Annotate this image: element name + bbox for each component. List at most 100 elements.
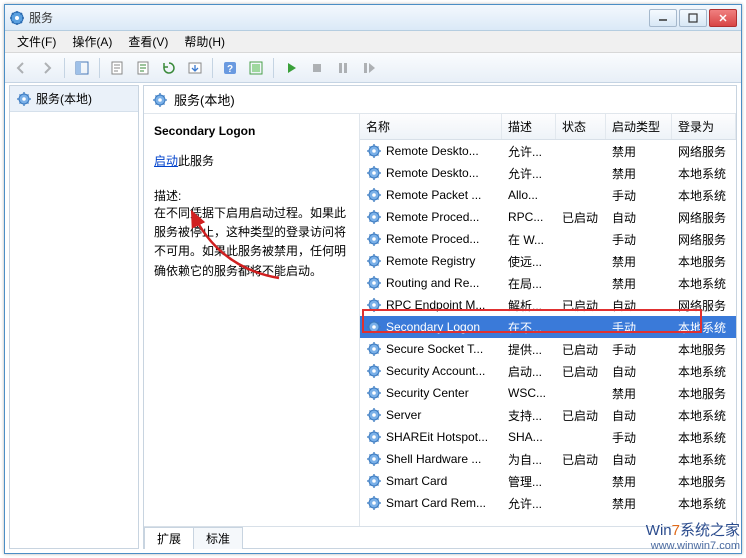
service-name: RPC Endpoint M... <box>386 298 485 312</box>
service-desc: SHA... <box>502 428 556 446</box>
tree-pane[interactable]: 服务(本地) <box>9 85 139 549</box>
service-name: Remote Deskto... <box>386 166 479 180</box>
service-startup: 禁用 <box>606 273 672 294</box>
service-icon <box>366 209 382 225</box>
toolbar: ? <box>5 53 741 83</box>
export-list-button[interactable] <box>183 56 207 80</box>
service-status: 已启动 <box>556 339 606 360</box>
help-button[interactable]: ? <box>218 56 242 80</box>
service-startup: 禁用 <box>606 163 672 184</box>
menu-file[interactable]: 文件(F) <box>9 31 64 52</box>
menu-view[interactable]: 查看(V) <box>120 31 176 52</box>
details-pane: 服务(本地) Secondary Logon 启动此服务 描述: 在不同凭据下启… <box>143 85 737 549</box>
list-header[interactable]: 名称 描述 状态 启动类型 登录为 <box>360 114 736 140</box>
service-icon <box>366 253 382 269</box>
col-header-startup[interactable]: 启动类型 <box>606 114 672 139</box>
service-status: 已启动 <box>556 405 606 426</box>
service-row[interactable]: Security CenterWSC...禁用本地服务 <box>360 382 736 404</box>
tab-standard[interactable]: 标准 <box>193 527 243 549</box>
col-header-status[interactable]: 状态 <box>556 114 606 139</box>
service-row[interactable]: Remote Registry使远...禁用本地服务 <box>360 250 736 272</box>
service-desc: 使远... <box>502 251 556 272</box>
service-icon <box>366 429 382 445</box>
service-row[interactable]: Remote Proced...在 W...手动网络服务 <box>360 228 736 250</box>
start-service-link[interactable]: 启动 <box>154 154 178 168</box>
tab-extended[interactable]: 扩展 <box>144 527 194 549</box>
close-button[interactable] <box>709 9 737 27</box>
service-row[interactable]: SHAREit Hotspot...SHA...手动本地系统 <box>360 426 736 448</box>
service-row[interactable]: Remote Proced...RPC...已启动自动网络服务 <box>360 206 736 228</box>
service-icon <box>366 385 382 401</box>
service-row[interactable]: Security Account...启动...已启动自动本地系统 <box>360 360 736 382</box>
restart-service-button <box>357 56 381 80</box>
service-name: Remote Deskto... <box>386 144 479 158</box>
services-icon <box>9 10 25 26</box>
service-row[interactable]: Shell Hardware ...为自...已启动自动本地系统 <box>360 448 736 470</box>
service-logon: 本地系统 <box>672 427 736 448</box>
service-row[interactable]: Remote Packet ...Allo...手动本地系统 <box>360 184 736 206</box>
service-row[interactable]: Remote Deskto...允许...禁用本地系统 <box>360 162 736 184</box>
service-row[interactable]: Routing and Re...在局...禁用本地系统 <box>360 272 736 294</box>
details-header: 服务(本地) <box>144 86 736 114</box>
service-logon: 本地系统 <box>672 163 736 184</box>
minimize-button[interactable] <box>649 9 677 27</box>
service-logon: 本地服务 <box>672 383 736 404</box>
tree-root-label: 服务(本地) <box>36 90 92 107</box>
start-service-button[interactable] <box>279 56 303 80</box>
col-header-desc[interactable]: 描述 <box>502 114 556 139</box>
service-name: Remote Packet ... <box>386 188 481 202</box>
service-row[interactable]: RPC Endpoint M...解析...已启动自动网络服务 <box>360 294 736 316</box>
services-list[interactable]: 名称 描述 状态 启动类型 登录为 Remote Deskto...允许...禁… <box>360 114 736 526</box>
export-button[interactable] <box>131 56 155 80</box>
service-startup: 自动 <box>606 449 672 470</box>
service-logon: 网络服务 <box>672 229 736 250</box>
service-name: Shell Hardware ... <box>386 452 481 466</box>
tree-root-services-local[interactable]: 服务(本地) <box>10 86 138 112</box>
pause-service-button <box>331 56 355 80</box>
service-row[interactable]: Secure Socket T...提供...已启动手动本地服务 <box>360 338 736 360</box>
gear-icon <box>16 91 32 107</box>
service-row[interactable]: Server支持...已启动自动本地系统 <box>360 404 736 426</box>
service-name: Security Account... <box>386 364 485 378</box>
description-label: 描述: <box>154 187 349 204</box>
service-icon <box>366 275 382 291</box>
service-desc: Allo... <box>502 186 556 204</box>
properties-button[interactable] <box>105 56 129 80</box>
col-header-logon[interactable]: 登录为 <box>672 114 736 139</box>
service-startup: 手动 <box>606 339 672 360</box>
maximize-button[interactable] <box>679 9 707 27</box>
show-hide-tree-button[interactable] <box>70 56 94 80</box>
service-desc: 允许... <box>502 493 556 514</box>
svg-text:?: ? <box>227 64 233 75</box>
service-status <box>556 259 606 263</box>
service-name: Secondary Logon <box>386 320 480 334</box>
service-status <box>556 281 606 285</box>
service-desc: 在局... <box>502 273 556 294</box>
refresh-button[interactable] <box>157 56 181 80</box>
service-row[interactable]: Remote Deskto...允许...禁用网络服务 <box>360 140 736 162</box>
service-row[interactable]: Smart Card管理...禁用本地服务 <box>360 470 736 492</box>
service-icon <box>366 297 382 313</box>
service-row[interactable]: Secondary Logon在不...手动本地系统 <box>360 316 736 338</box>
service-status <box>556 149 606 153</box>
service-icon <box>366 165 382 181</box>
service-logon: 本地服务 <box>672 251 736 272</box>
start-service-suffix: 此服务 <box>178 154 214 168</box>
service-status <box>556 237 606 241</box>
service-startup: 手动 <box>606 317 672 338</box>
menu-action[interactable]: 操作(A) <box>64 31 120 52</box>
service-startup: 手动 <box>606 185 672 206</box>
col-header-name[interactable]: 名称 <box>360 114 502 139</box>
menu-help[interactable]: 帮助(H) <box>176 31 233 52</box>
toolbar-extra-button[interactable] <box>244 56 268 80</box>
service-icon <box>366 231 382 247</box>
menubar: 文件(F) 操作(A) 查看(V) 帮助(H) <box>5 31 741 53</box>
service-logon: 本地服务 <box>672 339 736 360</box>
service-row[interactable]: Smart Card Rem...允许...禁用本地系统 <box>360 492 736 514</box>
service-status <box>556 479 606 483</box>
titlebar[interactable]: 服务 <box>5 5 741 31</box>
service-desc: 提供... <box>502 339 556 360</box>
service-desc: RPC... <box>502 208 556 226</box>
service-logon: 网络服务 <box>672 295 736 316</box>
service-logon: 本地系统 <box>672 273 736 294</box>
